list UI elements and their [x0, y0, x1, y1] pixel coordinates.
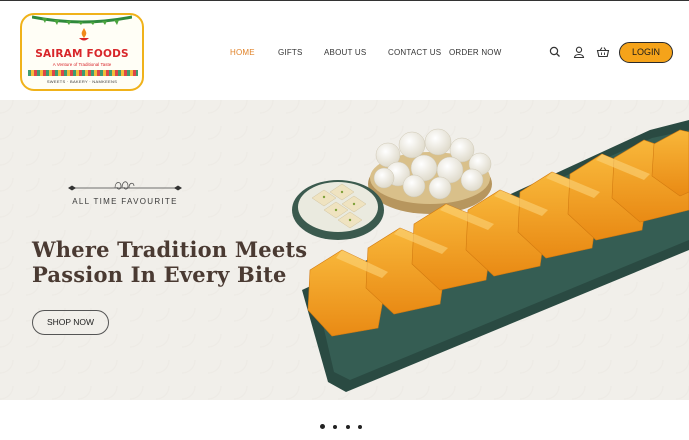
search-icon[interactable]	[548, 45, 562, 59]
carousel-dots	[320, 424, 368, 432]
login-button[interactable]: LOGIN	[619, 42, 673, 63]
ornament-divider	[68, 181, 182, 191]
garland-icon	[32, 15, 132, 25]
brand-tagline: A Venture of Traditional Taste	[52, 62, 112, 67]
carousel-dot-1[interactable]	[320, 424, 325, 429]
hero-headline-line-2: Passion In Every Bite	[32, 262, 287, 287]
hero-food-image	[292, 120, 689, 392]
logo-pattern-strip	[28, 70, 138, 76]
brand-logo[interactable]: SAIRAM FOODS A Venture of Traditional Ta…	[20, 13, 144, 91]
basket-icon[interactable]	[596, 45, 610, 59]
nav-item-about-us[interactable]: ABOUT US	[324, 48, 366, 57]
carousel-dot-4[interactable]	[358, 425, 362, 429]
brand-categories: SWEETS · BAKERY · NAMKEENS	[46, 79, 118, 84]
nav-item-gifts[interactable]: GIFTS	[278, 48, 303, 57]
nav-item-contact-us[interactable]: CONTACT US	[388, 48, 441, 57]
page: SAIRAM FOODS A Venture of Traditional Ta…	[0, 0, 689, 440]
hero-headline: Where Tradition Meets Passion In Every B…	[32, 237, 307, 287]
diya-icon	[79, 28, 89, 41]
hero-headline-line-1: Where Tradition Meets	[32, 237, 308, 262]
site-header: SAIRAM FOODS A Venture of Traditional Ta…	[0, 0, 689, 100]
nav-item-order-now[interactable]: ORDER NOW	[449, 48, 501, 57]
hero-eyebrow: ALL TIME FAVOURITE	[72, 197, 178, 206]
nav-item-home[interactable]: HOME	[230, 48, 255, 57]
user-icon[interactable]	[572, 45, 586, 59]
carousel-dot-2[interactable]	[333, 425, 337, 429]
shop-now-button[interactable]: SHOP NOW	[32, 310, 109, 335]
brand-name: SAIRAM FOODS	[35, 48, 129, 60]
carousel-dot-3[interactable]	[346, 425, 350, 429]
